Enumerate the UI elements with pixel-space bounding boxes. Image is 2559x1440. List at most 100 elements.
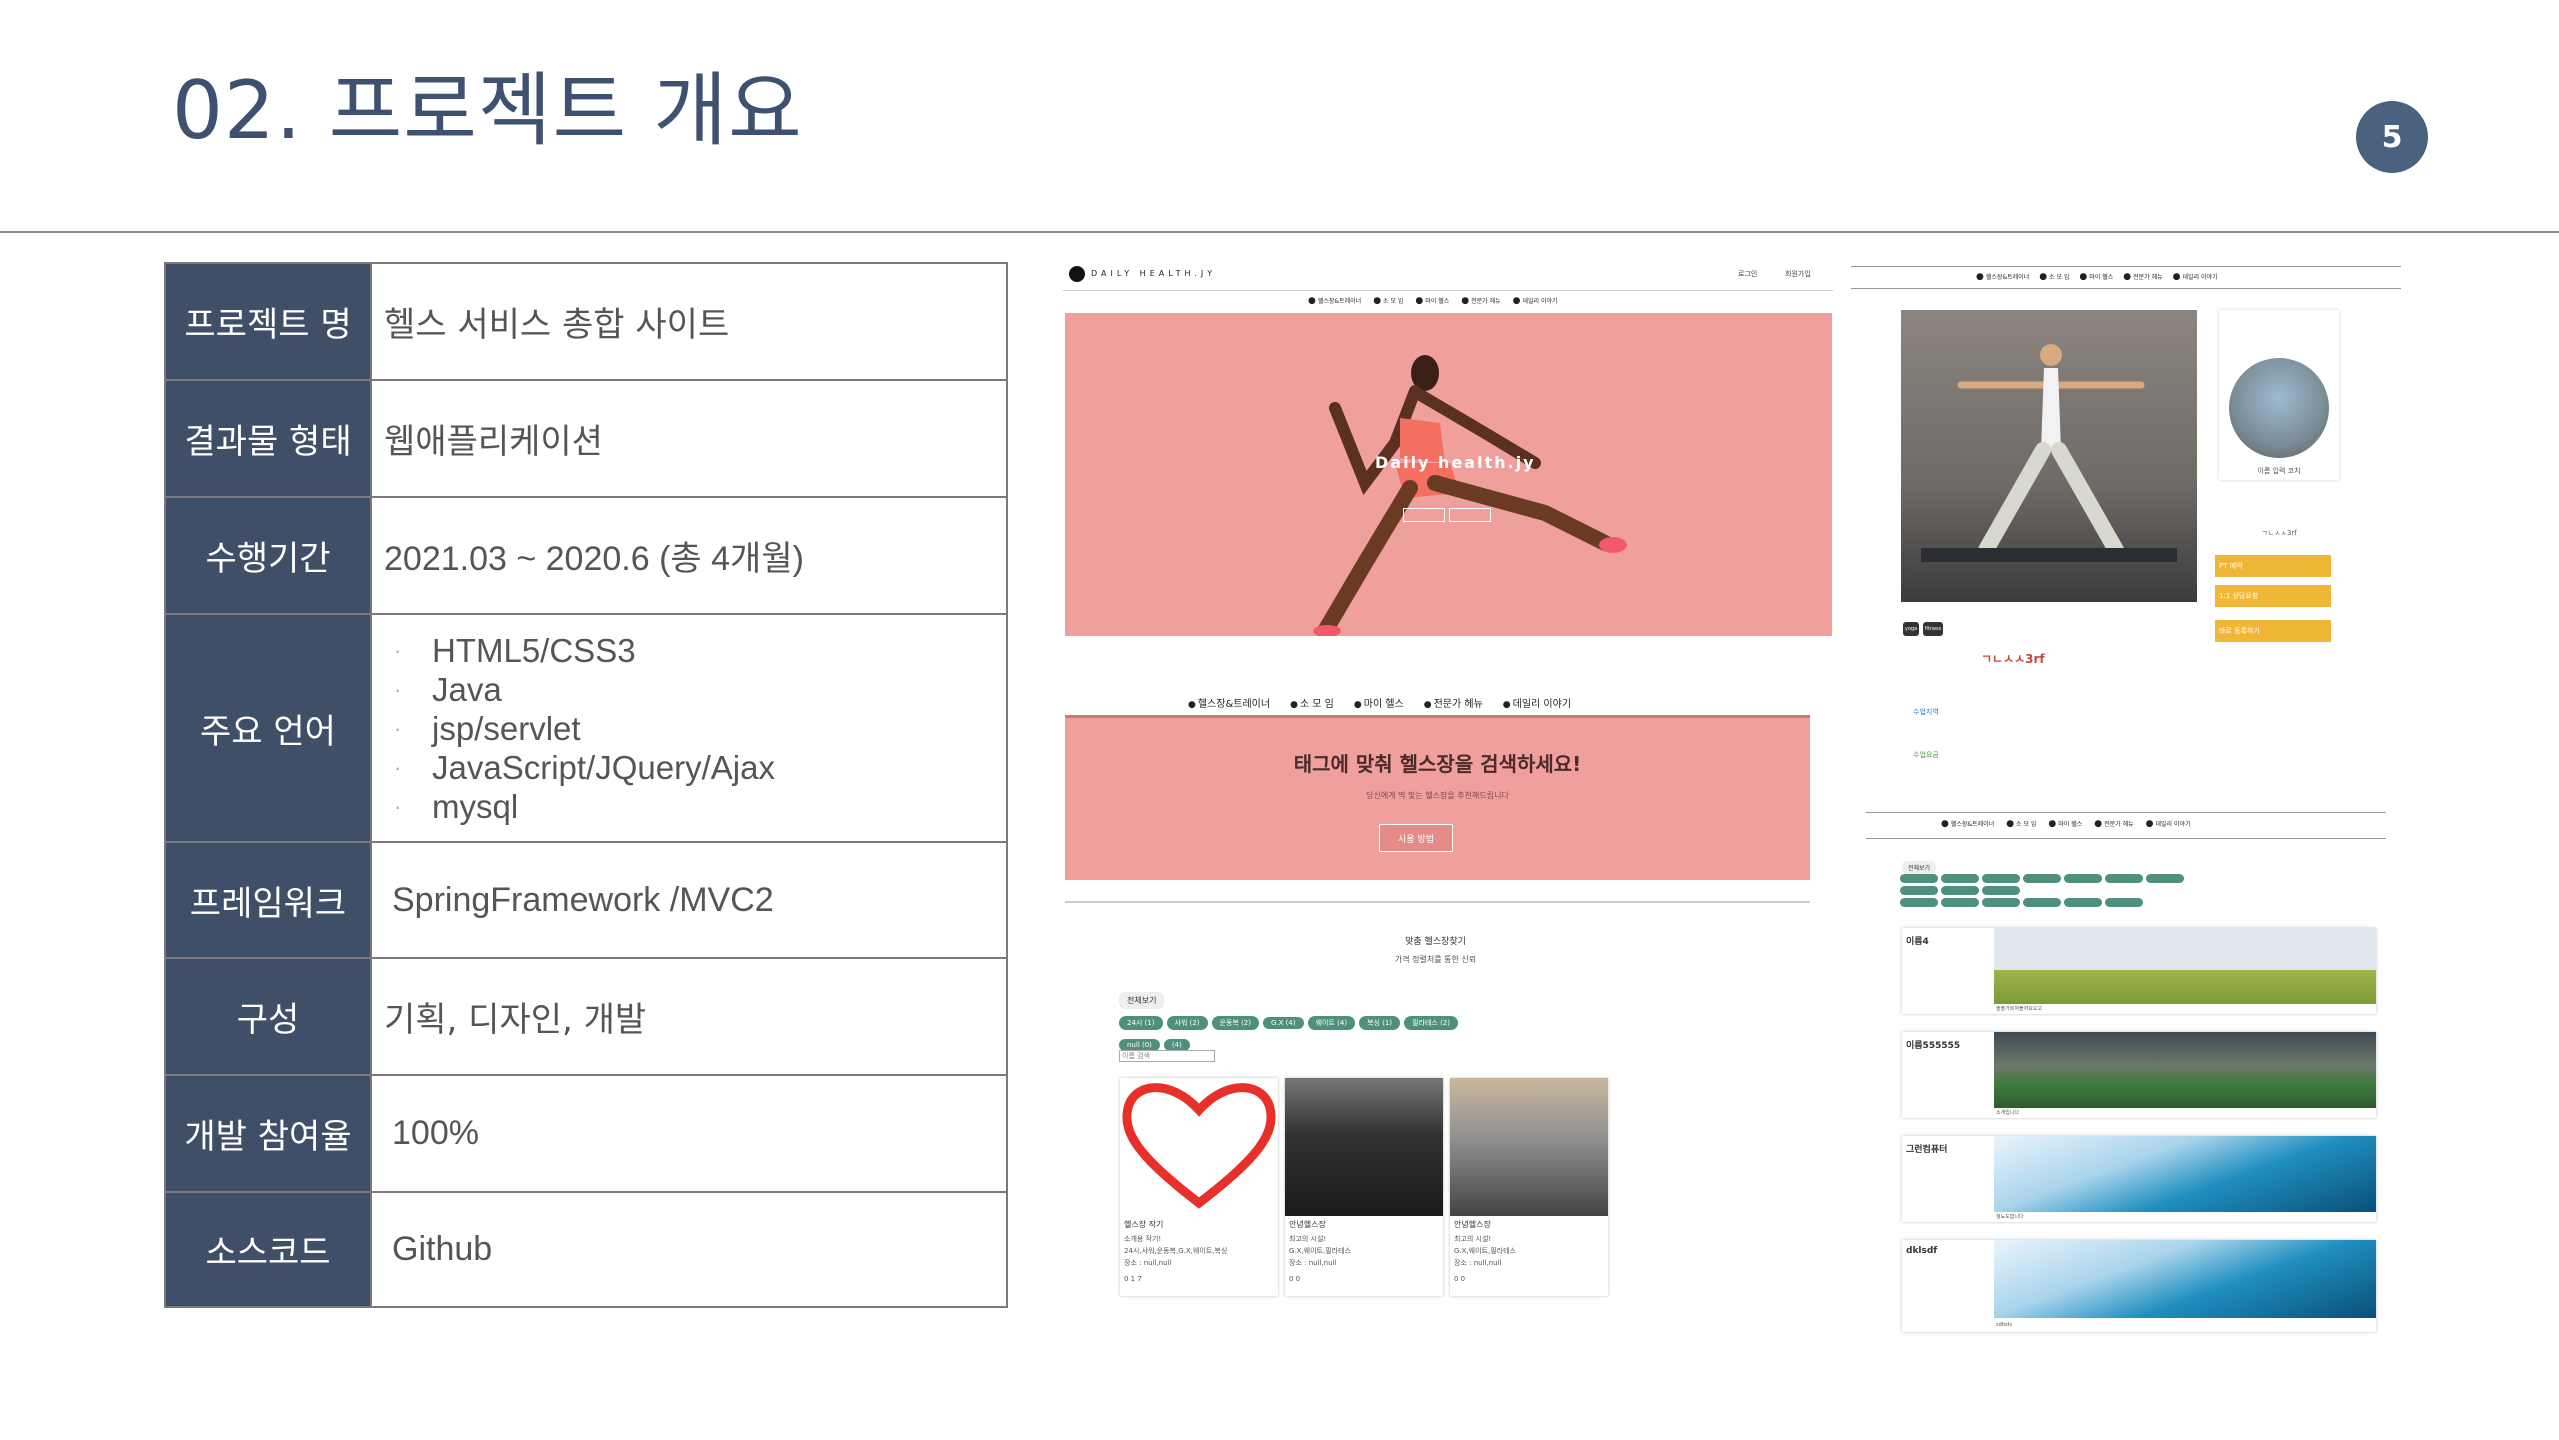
filter-chip[interactable] bbox=[1900, 886, 1938, 895]
pt-reserve-button[interactable]: PT 예약 bbox=[2215, 555, 2331, 577]
table-row: 개발 참여율 100% bbox=[164, 1074, 1008, 1193]
trainer-list-item[interactable]: 이름4 솔솔가르쳐볼까요오고 bbox=[1902, 928, 2376, 1014]
row-value: 2021.03 ~ 2020.6 (총 4개월) bbox=[370, 496, 1008, 615]
nav-item[interactable]: 헬스장&트레이너 bbox=[1976, 272, 2029, 282]
filter-chip[interactable] bbox=[2105, 874, 2143, 883]
row-value: SpringFramework /MVC2 bbox=[370, 841, 1008, 959]
view-all-chip[interactable]: 전체보기 bbox=[1119, 992, 1165, 1009]
logo-icon bbox=[1069, 266, 1085, 282]
trainer-list-item[interactable]: 이름555555 소개입니다 bbox=[1902, 1032, 2376, 1118]
filter-chip[interactable] bbox=[2064, 898, 2102, 907]
secondary-nav: 헬스장&트레이너 소 모 임 마이 헬스 전문가 헤뉴 데일리 이야기 bbox=[1188, 695, 1571, 710]
nav-item[interactable]: 소 모 임 bbox=[2006, 819, 2036, 829]
nav-item[interactable]: 전문가 헤뉴 bbox=[1424, 695, 1483, 710]
table-row: 주요 언어 HTML5/CSS3 Java jsp/servlet JavaSc… bbox=[164, 613, 1008, 843]
filter-chip[interactable] bbox=[2023, 874, 2061, 883]
hero-button[interactable] bbox=[1449, 508, 1491, 522]
register-button[interactable]: 바로 등록하기 bbox=[2215, 620, 2331, 642]
gym-card[interactable]: 안녕헬스장 최고의 시설! G.X,웨이트,필라테스 장소 : null,nul… bbox=[1285, 1078, 1443, 1296]
filter-chip[interactable] bbox=[1982, 898, 2020, 907]
nav-item[interactable]: 헬스장&트레이너 bbox=[1308, 296, 1361, 306]
view-all-chip[interactable]: 전체보기 bbox=[1902, 861, 1937, 874]
filter-chip[interactable] bbox=[1941, 874, 1979, 883]
trainer-photo bbox=[1901, 310, 2197, 602]
nav-item[interactable]: 소 모 임 bbox=[1373, 296, 1403, 306]
nav-item[interactable]: 전문가 헤뉴 bbox=[2123, 272, 2163, 282]
gym-search-input[interactable]: 이름 검색 bbox=[1119, 1050, 1215, 1062]
entry-note: 솔솔가르쳐볼까요오고 bbox=[1996, 1006, 2043, 1012]
nav-item[interactable]: 마이 헬스 bbox=[1415, 296, 1449, 306]
card-title: 안녕헬스장 bbox=[1289, 1220, 1326, 1229]
nav-item[interactable]: 마이 헬스 bbox=[1354, 695, 1404, 710]
gym-card[interactable]: 안녕헬스장 최고의 시설! G.X,웨이트,필라테스 장소 : null,nul… bbox=[1450, 1078, 1608, 1296]
tag-chip[interactable]: 24시 (1) bbox=[1119, 1016, 1163, 1030]
nav-item[interactable]: 소 모 임 bbox=[1290, 695, 1334, 710]
consult-button[interactable]: 1:1 상담요청 bbox=[2215, 585, 2331, 607]
list-nav: 헬스장&트레이너 소 모 임 마이 헬스 전문가 헤뉴 데일리 이야기 bbox=[1941, 817, 2191, 831]
filter-chip[interactable] bbox=[2064, 874, 2102, 883]
nav-item[interactable]: 전문가 헤뉴 bbox=[1461, 296, 1501, 306]
card-stats: 0 0 bbox=[1454, 1275, 1466, 1283]
entry-note: 월뇨도합니다 bbox=[1996, 1214, 2024, 1220]
nav-item[interactable]: 데일리 이야기 bbox=[2146, 819, 2191, 829]
filter-chip[interactable] bbox=[1941, 886, 1979, 895]
trainer-list-item[interactable]: 그런컴퓨터 월뇨도합니다 bbox=[1902, 1136, 2376, 1222]
hero-banner: Daily health.jy bbox=[1065, 313, 1832, 636]
nav-item[interactable]: 마이 헬스 bbox=[2079, 272, 2113, 282]
row-label: 프레임워크 bbox=[164, 841, 372, 959]
nav-item[interactable]: 소 모 임 bbox=[2039, 272, 2069, 282]
filter-chip[interactable] bbox=[1900, 898, 1938, 907]
usage-button[interactable]: 사용 방법 bbox=[1379, 824, 1453, 852]
row-value: 웹애플리케이션 bbox=[370, 379, 1008, 498]
card-line: 최고의 시설! bbox=[1289, 1235, 1327, 1243]
filter-chip[interactable] bbox=[2146, 874, 2184, 883]
table-row: 구성 기획, 디자인, 개발 bbox=[164, 957, 1008, 1076]
row-label: 구성 bbox=[164, 957, 372, 1076]
row-value: HTML5/CSS3 Java jsp/servlet JavaScript/J… bbox=[370, 613, 1008, 843]
filter-chip[interactable] bbox=[2105, 898, 2143, 907]
gym-card[interactable]: 헬스장 작기 소개용 작기! 24시,샤워,운동복,G.X,웨이트,복싱 장소 … bbox=[1120, 1078, 1278, 1296]
card-line: 장소 : null,null bbox=[1124, 1259, 1172, 1267]
section-divider bbox=[1065, 901, 1810, 903]
nav-item[interactable]: 헬스장&트레이너 bbox=[1941, 819, 1994, 829]
banner-subtext: 당신에게 딱 맞는 헬스장을 추천해드립니다 bbox=[1366, 791, 1509, 800]
side-profile-card: 이름 입력 코치 bbox=[2219, 310, 2339, 480]
card-title: 헬스장 작기 bbox=[1124, 1220, 1164, 1229]
tag-chip[interactable]: G.X (4) bbox=[1263, 1017, 1304, 1029]
site-logo: DAILY HEALTH.JY bbox=[1091, 269, 1217, 278]
login-link[interactable]: 로그인 bbox=[1738, 269, 1757, 279]
nav-item[interactable]: 전문가 헤뉴 bbox=[2094, 819, 2134, 829]
tag-chip[interactable]: 운동복 (2) bbox=[1211, 1016, 1259, 1030]
nav-item[interactable]: 데일리 이야기 bbox=[1513, 296, 1558, 306]
hero-button[interactable] bbox=[1403, 508, 1445, 522]
card-line: 소개용 작기! bbox=[1124, 1235, 1162, 1243]
tag-chip[interactable]: 복싱 (1) bbox=[1359, 1016, 1401, 1030]
entry-name: dklsdf bbox=[1906, 1246, 1938, 1256]
card-line: 최고의 시설! bbox=[1454, 1235, 1492, 1243]
filter-chip[interactable] bbox=[1982, 886, 2020, 895]
yoga-figure bbox=[1921, 344, 2177, 562]
tag-chip[interactable]: 필라테스 (2) bbox=[1404, 1016, 1458, 1030]
nav-item[interactable]: 마이 헬스 bbox=[2048, 819, 2082, 829]
signup-link[interactable]: 회원가입 bbox=[1785, 269, 1811, 279]
banner-heading: 태그에 맞춰 헬스장을 검색하세요! bbox=[1293, 752, 1582, 776]
filter-chip[interactable] bbox=[1982, 874, 2020, 883]
filter-chip[interactable] bbox=[1900, 874, 1938, 883]
filter-chip[interactable] bbox=[1941, 898, 1979, 907]
table-row: 수행기간 2021.03 ~ 2020.6 (총 4개월) bbox=[164, 496, 1008, 615]
row-label: 개발 참여율 bbox=[164, 1074, 372, 1193]
language-item: mysql bbox=[394, 787, 1006, 826]
row-value: 기획, 디자인, 개발 bbox=[370, 957, 1008, 1076]
tag-chip[interactable]: 샤워 (2) bbox=[1166, 1016, 1208, 1030]
side-caption: 이름 입력 코치 bbox=[2257, 467, 2301, 475]
language-item: JavaScript/JQuery/Ajax bbox=[394, 748, 1006, 787]
side-text: ㄱㄴㅅㅅ3rf bbox=[2261, 529, 2297, 537]
tag-chip[interactable]: 웨이트 (4) bbox=[1307, 1016, 1356, 1030]
nav-item[interactable]: 데일리 이야기 bbox=[1503, 695, 1571, 710]
entry-note: 소개입니다 bbox=[1996, 1110, 2020, 1116]
trainer-list-item[interactable]: dklsdf sdfsdv bbox=[1902, 1240, 2376, 1332]
nav-item[interactable]: 데일리 이야기 bbox=[2173, 272, 2218, 282]
entry-photo bbox=[1994, 928, 2376, 1004]
filter-chip[interactable] bbox=[2023, 898, 2061, 907]
nav-item[interactable]: 헬스장&트레이너 bbox=[1188, 695, 1270, 710]
